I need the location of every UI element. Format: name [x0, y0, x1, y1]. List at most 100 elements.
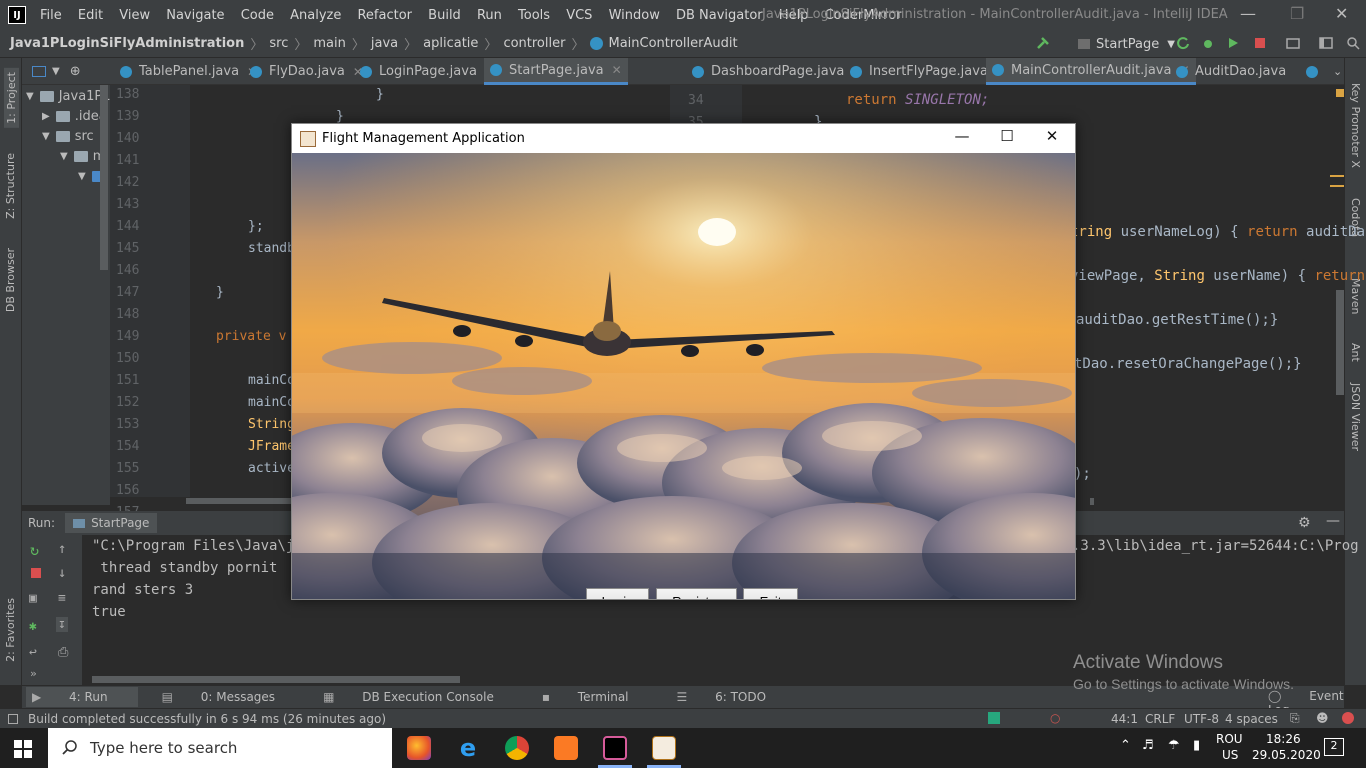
- tool-structure[interactable]: Z: Structure: [4, 153, 17, 219]
- arrow-down-icon[interactable]: ↓: [58, 565, 66, 581]
- project-view-selector[interactable]: ▼ ⊕: [26, 58, 98, 85]
- edge-icon[interactable]: e: [456, 736, 480, 760]
- taskbar-search[interactable]: Type here to search: [48, 728, 392, 768]
- gear-icon[interactable]: ⚙: [1298, 515, 1311, 531]
- run-config-dropdown[interactable]: StartPage ▼: [1070, 33, 1183, 55]
- warning-marker-icon[interactable]: [1336, 89, 1344, 97]
- tab-overflow[interactable]: ⌄: [1300, 58, 1348, 85]
- tool-favorites[interactable]: 2: Favorites: [4, 598, 17, 662]
- rerun-icon[interactable]: [1176, 36, 1190, 50]
- debug-bug-icon[interactable]: [1201, 36, 1215, 50]
- breadcrumb-project[interactable]: Java1PLoginSiFlyAdministration: [10, 36, 244, 51]
- exit-button[interactable]: Exit: [743, 588, 798, 599]
- menu-build[interactable]: Build: [428, 8, 461, 23]
- more-icon[interactable]: »: [30, 667, 37, 680]
- memory-icon[interactable]: ○: [1050, 711, 1060, 725]
- hamburger-icon[interactable]: [1330, 175, 1344, 187]
- file-encoding[interactable]: UTF-8: [1184, 712, 1219, 726]
- stop-icon[interactable]: [1253, 36, 1267, 50]
- close-tab-icon[interactable]: ✕: [612, 63, 622, 77]
- run-tab-startpage[interactable]: StartPage: [65, 513, 158, 533]
- project-scrollbar[interactable]: [100, 85, 108, 270]
- tool-json-viewer[interactable]: JSON Viewer: [1349, 383, 1362, 451]
- tab-auditdao[interactable]: AuditDao.java: [1170, 58, 1292, 85]
- editor-right-vscroll[interactable]: [1336, 290, 1344, 395]
- tool-db-console[interactable]: ▦ DB Execution Console: [323, 690, 518, 704]
- breadcrumb-controller[interactable]: controller: [503, 36, 565, 51]
- breadcrumb-main[interactable]: main: [313, 36, 345, 51]
- scroll-to-end-icon[interactable]: ↧: [56, 617, 68, 632]
- scrollbar-thumb[interactable]: [186, 498, 294, 504]
- java-taskbar-icon[interactable]: [652, 736, 676, 760]
- minimize-icon[interactable]: —: [940, 127, 984, 149]
- layout-icon[interactable]: [1319, 36, 1333, 50]
- chrome-icon[interactable]: [505, 736, 529, 760]
- camera-icon[interactable]: ▣: [29, 591, 37, 606]
- indent-setting[interactable]: 4 spaces: [1225, 712, 1278, 726]
- menu-navigate[interactable]: Navigate: [166, 8, 224, 23]
- language-primary[interactable]: ROU: [1216, 732, 1243, 746]
- menu-run[interactable]: Run: [477, 8, 502, 23]
- tool-terminal[interactable]: ▪ Terminal: [542, 690, 653, 704]
- target-icon[interactable]: ⊕: [70, 64, 81, 79]
- tab-dashboardpage[interactable]: DashboardPage.java✕: [686, 58, 868, 85]
- login-button[interactable]: Login: [586, 588, 649, 599]
- menu-view[interactable]: View: [119, 8, 150, 23]
- tab-startpage[interactable]: StartPage.java ✕: [484, 58, 628, 85]
- soft-wrap-icon[interactable]: ≡: [58, 591, 66, 606]
- firefox-icon[interactable]: [407, 736, 431, 760]
- tree-main[interactable]: ▼m: [60, 146, 105, 166]
- inspector-icon[interactable]: ☻: [1316, 711, 1329, 725]
- menu-code[interactable]: Code: [241, 8, 274, 23]
- tool-todo[interactable]: ☰ 6: TODO: [677, 690, 791, 704]
- exit-icon[interactable]: ↩: [29, 645, 37, 660]
- chevron-down-icon[interactable]: ⌄: [1333, 65, 1342, 78]
- tree-idea[interactable]: ▶ .idea: [42, 106, 107, 126]
- intellij-taskbar-icon[interactable]: [603, 736, 627, 760]
- debug-bug-icon[interactable]: ✱: [29, 619, 37, 634]
- maximize-icon[interactable]: ☐: [985, 127, 1029, 149]
- restore-icon[interactable]: ❐: [1290, 4, 1304, 23]
- search-icon[interactable]: [1346, 36, 1360, 50]
- tab-tablepanel[interactable]: TablePanel.java✕: [114, 58, 263, 85]
- stop-icon[interactable]: [31, 568, 41, 578]
- rerun-icon[interactable]: ↻: [30, 541, 39, 559]
- menu-db-navigator[interactable]: DB Navigator: [676, 8, 763, 23]
- arrow-up-icon[interactable]: ↑: [58, 541, 66, 557]
- close-icon[interactable]: ✕: [1030, 127, 1074, 149]
- breadcrumb-src[interactable]: src: [269, 36, 288, 51]
- windows-start-icon[interactable]: [14, 740, 32, 758]
- print-icon[interactable]: ⎙: [58, 645, 68, 660]
- notification-center-icon[interactable]: 2: [1324, 738, 1344, 756]
- tray-chevron-icon[interactable]: ⌃: [1120, 738, 1131, 753]
- menu-refactor[interactable]: Refactor: [357, 8, 412, 23]
- xampp-icon[interactable]: [554, 736, 578, 760]
- line-separator[interactable]: CRLF: [1145, 712, 1175, 726]
- tool-messages[interactable]: ▤ 0: Messages: [162, 690, 300, 704]
- codota-status-icon[interactable]: [988, 712, 1000, 724]
- breadcrumb-aplicatie[interactable]: aplicatie: [423, 36, 478, 51]
- tree-src[interactable]: ▼ src: [42, 126, 94, 146]
- editor-right-hscroll[interactable]: [1090, 498, 1094, 505]
- volume-icon[interactable]: ♬: [1142, 738, 1154, 753]
- tool-key-promoter[interactable]: Key Promoter X: [1349, 83, 1362, 168]
- language-secondary[interactable]: US: [1222, 748, 1238, 762]
- clock-time[interactable]: 18:26: [1266, 732, 1301, 746]
- close-icon[interactable]: ✕: [1335, 4, 1348, 23]
- console-hscroll[interactable]: [92, 676, 460, 683]
- tool-windows-icon[interactable]: [8, 713, 18, 724]
- menu-window[interactable]: Window: [609, 8, 660, 23]
- network-icon[interactable]: ☂: [1168, 738, 1180, 753]
- build-hammer-icon[interactable]: [1036, 36, 1050, 50]
- run-coverage-icon[interactable]: [1226, 36, 1240, 50]
- tab-flydao[interactable]: FlyDao.java ✕: [244, 58, 369, 85]
- battery-icon[interactable]: ▮: [1193, 738, 1200, 753]
- tab-maincontrolleraudit[interactable]: MainControllerAudit.java✕: [986, 58, 1196, 85]
- cursor-position[interactable]: 44:1: [1111, 712, 1138, 726]
- menu-vcs[interactable]: VCS: [566, 8, 592, 23]
- clock-date[interactable]: 29.05.2020: [1252, 748, 1321, 762]
- error-icon[interactable]: [1342, 712, 1354, 724]
- tool-db-browser[interactable]: DB Browser: [4, 248, 17, 312]
- project-structure-icon[interactable]: [1286, 36, 1300, 50]
- tool-run[interactable]: ▶ 4: Run: [26, 687, 138, 707]
